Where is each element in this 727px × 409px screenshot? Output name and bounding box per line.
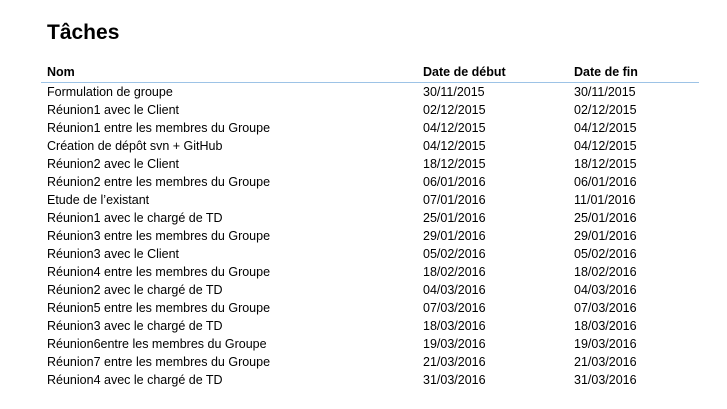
task-end-date: 11/01/2016 bbox=[574, 193, 636, 207]
tasks-table: Nom Date de début Date de fin Formulatio… bbox=[41, 62, 699, 389]
table-row: Réunion1 avec le chargé de TD 25/01/2016 2… bbox=[41, 209, 699, 227]
task-name: Réunion2 avec le chargé de TD bbox=[47, 283, 223, 297]
task-name: Réunion4 avec le chargé de TD bbox=[47, 373, 223, 387]
table-row: Réunion7 entre les membres du Groupe 21/0… bbox=[41, 353, 699, 371]
table-row: Réunion1 avec le Client 02/12/2015 02/12/2… bbox=[41, 101, 699, 119]
task-end-date: 30/11/2015 bbox=[574, 85, 636, 99]
table-row: Réunion2 avec le chargé de TD 04/03/2016 0… bbox=[41, 281, 699, 299]
task-end-date: 25/01/2016 bbox=[574, 211, 637, 225]
table-row: Formulation de groupe 30/11/2015 30/11/201… bbox=[41, 83, 699, 102]
page-title: Tâches bbox=[47, 21, 120, 44]
task-start-date: 25/01/2016 bbox=[423, 211, 486, 225]
task-start-date: 18/12/2015 bbox=[423, 157, 486, 171]
task-end-date: 04/12/2015 bbox=[574, 139, 637, 153]
task-name: Création de dépôt svn + GitHub bbox=[47, 139, 223, 153]
table-header-row: Nom Date de début Date de fin bbox=[41, 62, 699, 83]
column-header-nom: Nom bbox=[41, 62, 417, 83]
task-end-date: 18/12/2015 bbox=[574, 157, 637, 171]
column-header-date-debut: Date de début bbox=[417, 62, 568, 83]
task-end-date: 04/03/2016 bbox=[574, 283, 637, 297]
table-row: Réunion5 entre les membres du Groupe 07/0… bbox=[41, 299, 699, 317]
task-end-date: 21/03/2016 bbox=[574, 355, 637, 369]
table-row: Réunion2 avec le Client 18/12/2015 18/12/2… bbox=[41, 155, 699, 173]
task-start-date: 30/11/2015 bbox=[423, 85, 485, 99]
task-name: Réunion2 entre les membres du Groupe bbox=[47, 175, 271, 189]
table-row: Réunion3 entre les membres du Groupe 29/0… bbox=[41, 227, 699, 245]
task-end-date: 02/12/2015 bbox=[574, 103, 637, 117]
task-name: Réunion1 avec le Client bbox=[47, 103, 180, 117]
task-start-date: 19/03/2016 bbox=[423, 337, 486, 351]
task-name: Réunion3 entre les membres du Groupe bbox=[47, 229, 271, 243]
table-row: Réunion1 entre les membres du Groupe 04/1… bbox=[41, 119, 699, 137]
table-row: Réunion2 entre les membres du Groupe 06/0… bbox=[41, 173, 699, 191]
task-start-date: 21/03/2016 bbox=[423, 355, 486, 369]
task-start-date: 02/12/2015 bbox=[423, 103, 486, 117]
task-start-date: 18/03/2016 bbox=[423, 319, 486, 333]
table-row: Réunion3 avec le Client 05/02/2016 05/02/2… bbox=[41, 245, 699, 263]
task-start-date: 04/12/2015 bbox=[423, 139, 486, 153]
task-end-date: 06/01/2016 bbox=[574, 175, 637, 189]
task-end-date: 31/03/2016 bbox=[574, 373, 637, 387]
task-end-date: 18/02/2016 bbox=[574, 265, 637, 279]
task-start-date: 04/12/2015 bbox=[423, 121, 486, 135]
task-end-date: 18/03/2016 bbox=[574, 319, 637, 333]
task-start-date: 31/03/2016 bbox=[423, 373, 486, 387]
task-start-date: 07/03/2016 bbox=[423, 301, 486, 315]
task-end-date: 04/12/2015 bbox=[574, 121, 637, 135]
task-name: Réunion2 avec le Client bbox=[47, 157, 180, 171]
task-end-date: 29/01/2016 bbox=[574, 229, 637, 243]
table-row: Réunion6entre les membres du Groupe 19/03… bbox=[41, 335, 699, 353]
task-name: Etude de l’existant bbox=[47, 193, 150, 207]
task-start-date: 05/02/2016 bbox=[423, 247, 486, 261]
task-end-date: 05/02/2016 bbox=[574, 247, 637, 261]
task-name: Réunion3 avec le chargé de TD bbox=[47, 319, 223, 333]
task-end-date: 19/03/2016 bbox=[574, 337, 637, 351]
task-start-date: 06/01/2016 bbox=[423, 175, 486, 189]
task-name: Réunion7 entre les membres du Groupe bbox=[47, 355, 271, 369]
table-row: Création de dépôt svn + GitHub 04/12/2015… bbox=[41, 137, 699, 155]
table-row: Réunion3 avec le chargé de TD 18/03/2016 1… bbox=[41, 317, 699, 335]
task-end-date: 07/03/2016 bbox=[574, 301, 637, 315]
tasks-table-body: Formulation de groupe 30/11/2015 30/11/201… bbox=[41, 83, 699, 390]
task-name: Réunion3 avec le Client bbox=[47, 247, 180, 261]
task-name: Réunion4 entre les membres du Groupe bbox=[47, 265, 271, 279]
table-row: Réunion4 entre les membres du Groupe 18/0… bbox=[41, 263, 699, 281]
table-row: Réunion4 avec le chargé de TD 31/03/2016 3… bbox=[41, 371, 699, 389]
task-start-date: 29/01/2016 bbox=[423, 229, 486, 243]
column-header-date-fin: Date de fin bbox=[568, 62, 699, 83]
task-start-date: 04/03/2016 bbox=[423, 283, 486, 297]
task-name: Réunion1 entre les membres du Groupe bbox=[47, 121, 271, 135]
task-name: Réunion6entre les membres du Groupe bbox=[47, 337, 267, 351]
task-start-date: 18/02/2016 bbox=[423, 265, 486, 279]
task-name: Réunion1 avec le chargé de TD bbox=[47, 211, 223, 225]
task-name: Formulation de groupe bbox=[47, 85, 173, 99]
task-name: Réunion5 entre les membres du Groupe bbox=[47, 301, 271, 315]
table-row: Etude de l’existant 07/01/2016 11/01/2016 bbox=[41, 191, 699, 209]
task-start-date: 07/01/2016 bbox=[423, 193, 486, 207]
